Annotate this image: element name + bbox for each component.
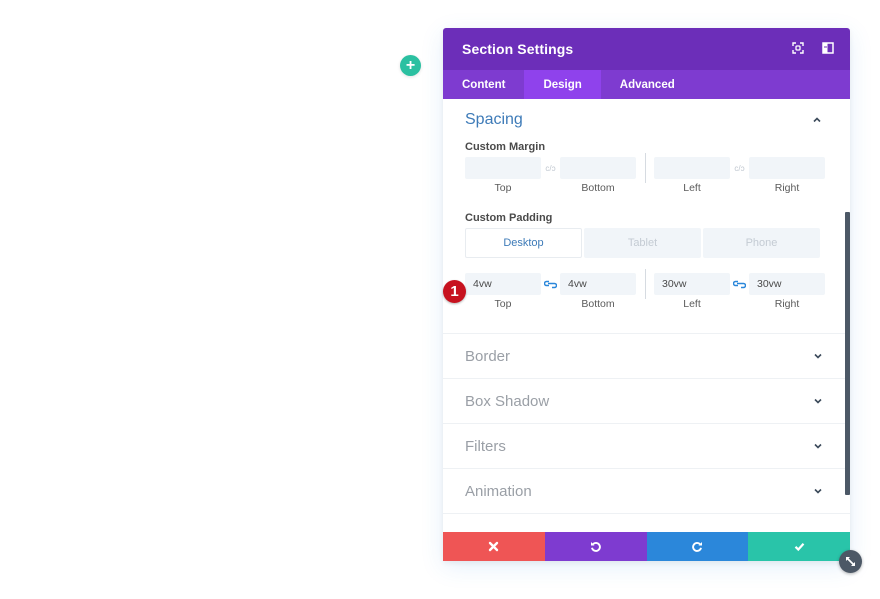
chevron-down-icon[interactable] [813,396,823,406]
check-icon [794,543,804,552]
save-button[interactable] [748,532,850,561]
custom-margin-inputs: c/ɔ c/ɔ [465,153,828,183]
section-settings-modal: Section Settings Content Design Advanced… [443,28,850,561]
padding-link-horizontal-icon[interactable] [730,273,749,295]
sidebar-toggle-icon[interactable] [822,42,834,54]
padding-bottom-label: Bottom [581,298,615,310]
scrollbar[interactable] [845,212,850,495]
margin-left-label: Left [683,182,701,194]
section-animation[interactable]: Animation [443,468,850,513]
step-badge: 1 [443,280,466,303]
padding-right-label: Right [774,298,800,310]
section-box-shadow-title: Box Shadow [465,392,550,410]
tab-design[interactable]: Design [524,70,601,99]
spacing-toggle[interactable]: Spacing [465,99,828,141]
divider [645,153,646,183]
custom-padding-inputs: 4vw 4vw 30vw 30vw [465,269,828,299]
margin-bottom-input[interactable] [560,157,636,179]
resize-handle[interactable] [839,550,862,573]
device-tabs: Desktop Tablet Phone [465,228,828,258]
section-animation-title: Animation [465,482,532,500]
custom-padding-label: Custom Padding [465,212,553,224]
margin-top-input[interactable] [465,157,541,179]
fullscreen-icon[interactable] [792,42,804,54]
divider [645,269,646,299]
section-border-title: Border [465,347,511,365]
padding-top-input[interactable]: 4vw [465,273,541,295]
modal-header: Section Settings [443,28,850,70]
undo-button[interactable] [544,532,647,561]
divider [443,513,850,514]
device-tab-desktop[interactable]: Desktop [465,228,582,258]
redo-icon [692,542,702,552]
chevron-down-icon[interactable] [813,351,823,361]
section-filters[interactable]: Filters [443,423,850,468]
margin-bottom-label: Bottom [581,182,615,194]
custom-margin-label: Custom Margin [465,141,546,153]
chevron-down-icon[interactable] [813,486,823,496]
padding-left-label: Left [683,298,701,310]
spacing-section: Spacing Custom Margin c/ɔ c/ɔ Top Bottom [443,99,850,314]
margin-right-label: Right [774,182,800,194]
margin-link-horizontal-icon[interactable]: c/ɔ [730,157,749,179]
padding-left-input[interactable]: 30vw [654,273,730,295]
close-icon [489,541,499,552]
spacing-title: Spacing [465,111,523,128]
margin-left-input[interactable] [654,157,730,179]
device-tab-tablet[interactable]: Tablet [584,228,701,258]
padding-sublabels: Top Bottom Left Right [465,298,828,314]
padding-bottom-input[interactable]: 4vw [560,273,636,295]
margin-sublabels: Top Bottom Left Right [465,182,828,198]
margin-right-input[interactable] [749,157,825,179]
chevron-up-icon[interactable] [812,115,822,125]
tab-advanced[interactable]: Advanced [601,70,694,99]
modal-title: Section Settings [462,41,574,57]
section-filters-title: Filters [465,437,506,455]
padding-link-vertical-icon[interactable] [541,273,560,295]
margin-top-label: Top [494,182,512,194]
resize-icon [846,557,855,566]
section-border[interactable]: Border [443,333,850,378]
section-box-shadow[interactable]: Box Shadow [443,378,850,423]
cancel-button[interactable] [443,532,545,561]
device-tab-phone[interactable]: Phone [703,228,820,258]
undo-icon [591,542,601,552]
add-section-button[interactable]: + [400,55,421,76]
modal-footer [443,532,850,561]
plus-icon: + [405,56,416,74]
padding-right-input[interactable]: 30vw [749,273,825,295]
chevron-down-icon[interactable] [813,441,823,451]
redo-button[interactable] [646,532,749,561]
settings-body: Spacing Custom Margin c/ɔ c/ɔ Top Bottom [443,99,850,532]
tab-bar: Content Design Advanced [443,70,850,99]
padding-top-label: Top [494,298,512,310]
tab-content[interactable]: Content [443,70,524,99]
margin-link-vertical-icon[interactable]: c/ɔ [541,157,560,179]
